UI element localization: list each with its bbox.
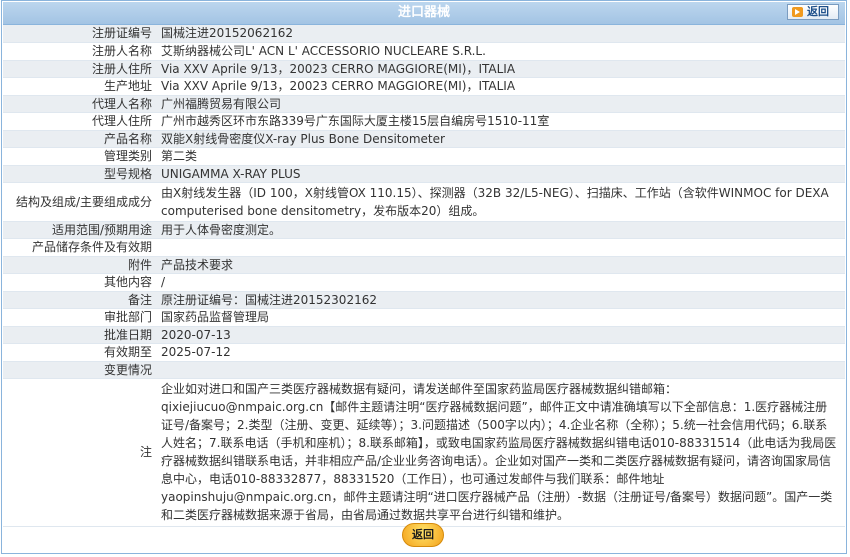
row-value: /: [156, 273, 845, 292]
back-button-bottom-label: 返回: [412, 528, 434, 541]
table-row: 变更情况: [3, 361, 845, 379]
row-label: 适用范围/预期用途: [3, 221, 156, 239]
table-row: 型号规格 UNIGAMMA X-RAY PLUS: [3, 165, 845, 183]
row-value: 由X射线发生器（ID 100，X射线管OX 110.15）、探测器（32B 32…: [156, 182, 845, 222]
row-label: 附件: [3, 256, 156, 274]
table-row: 适用范围/预期用途 用于人体骨密度测定。: [3, 221, 845, 239]
panel-title: 进口器械: [397, 5, 450, 20]
row-value: 产品技术要求: [156, 256, 845, 274]
row-label: 产品名称: [3, 130, 156, 148]
table-row: 备注 原注册证编号：国械注进20152302162: [3, 291, 845, 309]
table-row: 审批部门 国家药品监督管理局: [3, 308, 845, 327]
table-row: 批准日期 2020-07-13: [3, 326, 845, 344]
row-value: 双能X射线骨密度仪X-ray Plus Bone Densitometer: [156, 130, 845, 148]
row-value: 2025-07-12: [156, 343, 845, 362]
row-value: 企业如对进口和国产三类医疗器械数据有疑问，请发送邮件至国家药监局医疗器械数据纠错…: [156, 378, 845, 527]
table-row: 有效期至 2025-07-12: [3, 343, 845, 362]
row-label: 变更情况: [3, 361, 156, 379]
row-value: Via XXV Aprile 9/13，20023 CERRO MAGGIORE…: [156, 77, 845, 96]
back-button-label: 返回: [807, 5, 829, 18]
table-row: 注 企业如对进口和国产三类医疗器械数据有疑问，请发送邮件至国家药监局医疗器械数据…: [3, 378, 845, 527]
row-label: 管理类别: [3, 147, 156, 166]
table-row: 代理人名称 广州福腾贸易有限公司: [3, 95, 845, 113]
table-row: 管理类别 第二类: [3, 147, 845, 166]
row-label: 生产地址: [3, 77, 156, 96]
row-value: 用于人体骨密度测定。: [156, 221, 845, 239]
table-row: 代理人住所 广州市越秀区环市东路339号广东国际大厦主楼15层自编房号1510-…: [3, 112, 845, 131]
row-label: 审批部门: [3, 308, 156, 327]
row-label: 注册人名称: [3, 42, 156, 61]
row-value: 艾斯纳器械公司L' ACN L' ACCESSORIO NUCLEARE S.R…: [156, 42, 845, 61]
row-label: 代理人名称: [3, 95, 156, 113]
back-button-bottom[interactable]: 返回: [402, 523, 444, 547]
row-label: 代理人住所: [3, 112, 156, 131]
row-label: 型号规格: [3, 165, 156, 183]
row-value: 国械注进20152062162: [156, 25, 845, 43]
row-label: 有效期至: [3, 343, 156, 362]
row-label: 结构及组成/主要组成成分: [3, 182, 156, 222]
back-button-top[interactable]: 返回: [787, 4, 839, 20]
row-value: 第二类: [156, 147, 845, 166]
panel-header: 进口器械 返回: [3, 2, 845, 25]
row-label: 备注: [3, 291, 156, 309]
row-value: 2020-07-13: [156, 326, 845, 344]
row-value: UNIGAMMA X-RAY PLUS: [156, 165, 845, 183]
table-row: 产品储存条件及有效期: [3, 238, 845, 257]
row-label: 注册人住所: [3, 60, 156, 78]
row-value: 原注册证编号：国械注进20152302162: [156, 291, 845, 309]
row-value: [156, 361, 845, 379]
row-value: 国家药品监督管理局: [156, 308, 845, 327]
table-row: 注册人名称 艾斯纳器械公司L' ACN L' ACCESSORIO NUCLEA…: [3, 42, 845, 61]
table-row: 生产地址 Via XXV Aprile 9/13，20023 CERRO MAG…: [3, 77, 845, 96]
row-value: [156, 238, 845, 257]
table-row: 结构及组成/主要组成成分 由X射线发生器（ID 100，X射线管OX 110.1…: [3, 182, 845, 222]
row-value: 广州市越秀区环市东路339号广东国际大厦主楼15层自编房号1510-11室: [156, 112, 845, 131]
table-row: 注册人住所 Via XXV Aprile 9/13，20023 CERRO MA…: [3, 60, 845, 78]
table-row: 注册证编号 国械注进20152062162: [3, 25, 845, 43]
row-label: 其他内容: [3, 273, 156, 292]
row-value: Via XXV Aprile 9/13，20023 CERRO MAGGIORE…: [156, 60, 845, 78]
table-row: 其他内容 /: [3, 273, 845, 292]
detail-table: 注册证编号 国械注进20152062162 注册人名称 艾斯纳器械公司L' AC…: [3, 25, 845, 527]
table-row: 附件 产品技术要求: [3, 256, 845, 274]
row-label: 注: [3, 378, 156, 527]
arrow-right-icon: [792, 7, 803, 17]
row-value: 广州福腾贸易有限公司: [156, 95, 845, 113]
row-label: 注册证编号: [3, 25, 156, 43]
row-label: 产品储存条件及有效期: [3, 238, 156, 257]
table-row: 产品名称 双能X射线骨密度仪X-ray Plus Bone Densitomet…: [3, 130, 845, 148]
detail-panel: 进口器械 返回 注册证编号 国械注进20152062162 注册人名称 艾斯纳器…: [1, 0, 847, 554]
row-label: 批准日期: [3, 326, 156, 344]
